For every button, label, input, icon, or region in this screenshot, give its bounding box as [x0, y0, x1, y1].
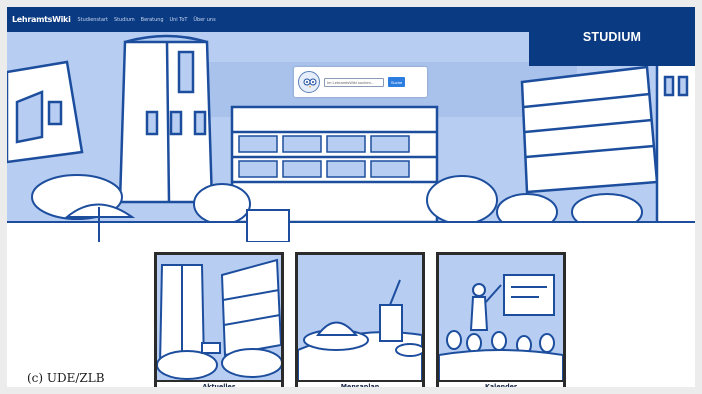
tile-mensaplan[interactable]: Mensaplan	[295, 252, 425, 387]
tile-kalender-illustration	[439, 255, 563, 381]
nav-item-beratung[interactable]: Beratung	[141, 17, 164, 23]
image-credit: (c) UDE/ZLB	[27, 371, 105, 385]
nav-item-uni-tot[interactable]: Uni ToT	[170, 17, 188, 23]
tile-kalender[interactable]: Kalender	[436, 252, 566, 387]
nav-item-studienstart[interactable]: Studienstart	[78, 17, 108, 23]
section-badge: STUDIUM	[529, 7, 695, 66]
owl-mascot-icon	[298, 71, 320, 93]
tile-aktuelles-illustration	[157, 255, 281, 381]
search-box: Suche	[294, 67, 427, 97]
tile-mensaplan-label: Mensaplan	[298, 380, 422, 387]
nav-item-studium[interactable]: Studium	[114, 17, 135, 23]
site-logo-text[interactable]: LehramtsWiki	[12, 15, 71, 24]
search-button[interactable]: Suche	[388, 77, 405, 87]
tile-kalender-label: Kalender	[439, 380, 563, 387]
tile-mensaplan-illustration	[298, 255, 422, 381]
tile-aktuelles-label: Aktuelles	[157, 380, 281, 387]
search-input[interactable]	[324, 77, 384, 87]
tile-aktuelles[interactable]: Aktuelles	[154, 252, 284, 387]
nav-item-ueber-uns[interactable]: Über uns	[193, 17, 215, 23]
page-frame: LehramtsWiki Studienstart Studium Beratu…	[0, 0, 702, 394]
